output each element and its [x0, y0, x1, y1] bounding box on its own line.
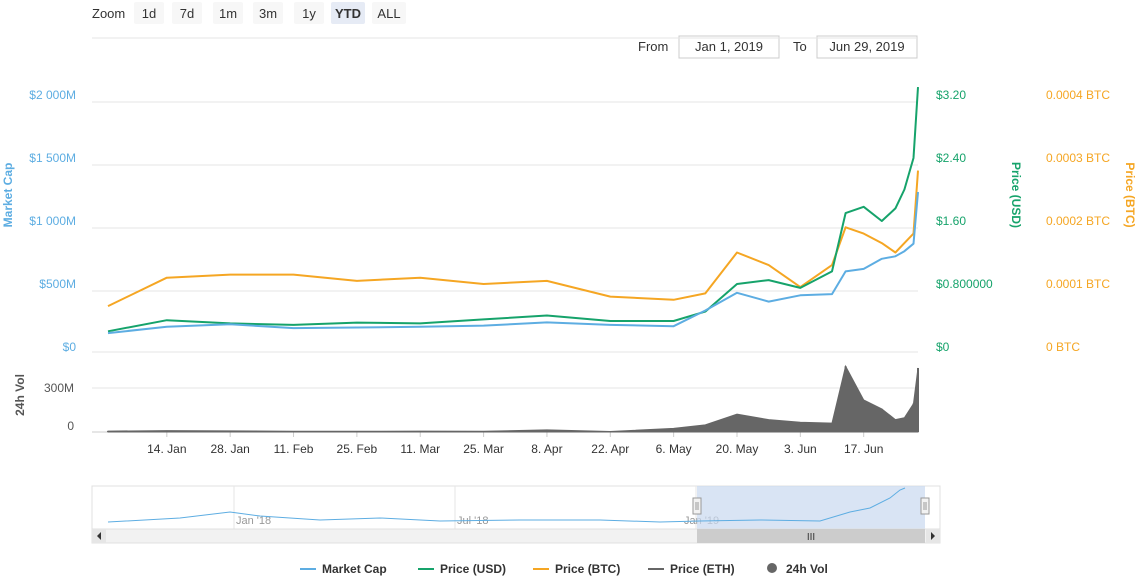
- zoom-button-3m[interactable]: 3m: [259, 6, 277, 21]
- zoom-button-ALL[interactable]: ALL: [377, 6, 400, 21]
- series-layer: [107, 87, 919, 433]
- price-usd-tick: $2.40: [936, 151, 966, 165]
- volume-bar: [831, 423, 834, 432]
- volume-bar: [704, 424, 707, 432]
- volume-bar: [165, 430, 168, 432]
- volume-bar: [767, 419, 770, 432]
- volume-bar: [799, 422, 802, 432]
- to-label: To: [793, 39, 807, 54]
- scrollbar-grip-icon: III: [807, 532, 815, 543]
- navigator-left-handle[interactable]: [692, 497, 702, 515]
- volume-bar: [609, 431, 612, 432]
- from-date-input[interactable]: Jan 1, 2019: [695, 39, 763, 54]
- volume-bar: [545, 429, 548, 432]
- market-cap-tick: $1 000M: [29, 214, 76, 228]
- volume-bar: [107, 431, 109, 432]
- price-usd-tick: $3.20: [936, 88, 966, 102]
- zoom-button-1y[interactable]: 1y: [302, 6, 316, 21]
- volume-bar: [292, 431, 295, 432]
- navigator-selected-range[interactable]: [697, 486, 925, 529]
- zoom-button-YTD[interactable]: YTD: [335, 6, 361, 21]
- x-tick-label: 3. Jun: [784, 442, 817, 456]
- volume-axis-title: 24h Vol: [13, 374, 27, 416]
- date-axis: 14. Jan 28. Jan 11. Feb 25. Feb 11. Mar 25. M…: [147, 432, 883, 456]
- from-label: From: [638, 39, 668, 54]
- price-usd-axis-title: Price (USD): [1009, 162, 1023, 228]
- volume-tick: 300M: [44, 381, 74, 395]
- price-usd-axis: $0 $0.800000 $1.60 $2.40 $3.20: [936, 88, 993, 354]
- grid-lines: [92, 37, 918, 433]
- volume-area: [107, 364, 919, 433]
- zoom-buttons: 1d 7d 1m 3m 1y YTD ALL: [134, 2, 406, 24]
- to-date-input[interactable]: Jun 29, 2019: [829, 39, 904, 54]
- zoom-label: Zoom: [92, 6, 125, 21]
- legend-item[interactable]: Price (BTC): [555, 562, 620, 576]
- volume-bar: [419, 431, 422, 432]
- x-tick-label: 25. Mar: [463, 442, 504, 456]
- volume-bar: [672, 428, 675, 432]
- price-btc-axis: 0 BTC 0.0001 BTC 0.0002 BTC 0.0003 BTC 0.000…: [1046, 88, 1110, 354]
- zoom-button-1d[interactable]: 1d: [142, 6, 156, 21]
- market-cap-tick: $2 000M: [29, 88, 76, 102]
- volume-tick: 0: [67, 419, 74, 433]
- volume-bar: [903, 417, 906, 432]
- x-tick-label: 20. May: [716, 442, 759, 456]
- volume-bar: [912, 403, 915, 432]
- x-tick-label: 28. Jan: [210, 442, 249, 456]
- legend: Market Cap Price (USD) Price (BTC) Price (E…: [300, 562, 828, 576]
- zoom-button-7d[interactable]: 7d: [180, 6, 194, 21]
- x-tick-label: 8. Apr: [531, 442, 562, 456]
- legend-dot-icon: [767, 563, 777, 573]
- legend-item[interactable]: Market Cap: [322, 562, 387, 576]
- legend-item[interactable]: Price (USD): [440, 562, 506, 576]
- price-usd-tick: $0.800000: [936, 277, 993, 291]
- volume-bar: [844, 366, 847, 432]
- market-cap-axis-title: Market Cap: [1, 163, 15, 228]
- price-btc-axis-title: Price (BTC): [1123, 162, 1137, 227]
- zoom-button-1m[interactable]: 1m: [219, 6, 237, 21]
- volume-bar: [894, 419, 897, 432]
- x-tick-label: 25. Feb: [337, 442, 378, 456]
- series-line-market_cap: [107, 191, 919, 335]
- price-btc-tick: 0 BTC: [1046, 340, 1080, 354]
- series-line-usd: [107, 87, 919, 333]
- volume-axis: 0 300M: [44, 381, 74, 433]
- x-tick-label: 6. May: [656, 442, 692, 456]
- volume-bar: [482, 431, 485, 432]
- price-btc-tick: 0.0001 BTC: [1046, 277, 1110, 291]
- navigator-right-handle[interactable]: [920, 497, 930, 515]
- x-tick-label: 14. Jan: [147, 442, 186, 456]
- volume-bar: [355, 431, 358, 432]
- price-btc-tick: 0.0004 BTC: [1046, 88, 1110, 102]
- market-cap-axis: $0 $500M $1 000M $1 500M $2 000M: [29, 88, 76, 354]
- market-cap-tick: $1 500M: [29, 151, 76, 165]
- market-cap-tick: $500M: [39, 277, 76, 291]
- volume-bar: [880, 408, 883, 432]
- legend-item[interactable]: Price (ETH): [670, 562, 735, 576]
- market-cap-tick: $0: [63, 340, 77, 354]
- volume-bar: [862, 400, 865, 432]
- x-tick-label: 11. Mar: [400, 442, 440, 456]
- volume-bar: [229, 430, 232, 432]
- price-usd-tick: $1.60: [936, 214, 966, 228]
- series-line-btc: [107, 170, 919, 308]
- price-btc-tick: 0.0002 BTC: [1046, 214, 1110, 228]
- price-btc-tick: 0.0003 BTC: [1046, 151, 1110, 165]
- legend-item[interactable]: 24h Vol: [786, 562, 828, 576]
- x-tick-label: 17. Jun: [844, 442, 883, 456]
- x-tick-label: 11. Feb: [274, 442, 314, 456]
- volume-bar: [735, 414, 738, 432]
- chart-canvas: Zoom 1d 7d 1m 3m 1y YTD ALL From Jan 1, 2019 T…: [1, 2, 1137, 576]
- price-usd-tick: $0: [936, 340, 950, 354]
- x-tick-label: 22. Apr: [591, 442, 629, 456]
- navigator[interactable]: Jan '18Jul '18Jan '19III: [91, 485, 941, 544]
- volume-bar: [917, 368, 919, 432]
